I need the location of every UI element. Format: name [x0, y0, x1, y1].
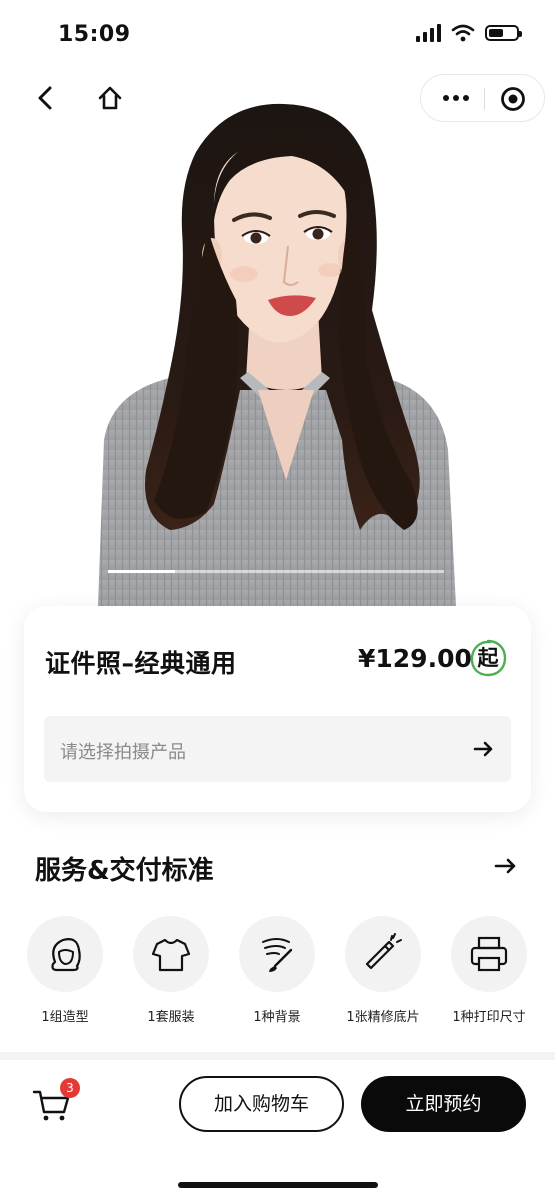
services-more-button[interactable]	[494, 856, 518, 876]
hair-styling-icon	[51, 938, 81, 972]
price-from-label: 起	[477, 646, 499, 670]
capsule-divider	[484, 88, 485, 110]
arrow-right-icon	[473, 741, 493, 757]
product-title: 证件照–经典通用	[45, 649, 237, 678]
service-item-retouch[interactable]: 1张精修底片	[333, 916, 433, 1026]
product-card: 证件照–经典通用 ¥129.00 起 请选择拍摄产品	[24, 606, 531, 812]
service-label: 1套服装	[147, 1010, 195, 1025]
printer-icon	[470, 936, 508, 972]
service-item-hair-styling[interactable]: 1组造型	[15, 916, 115, 1026]
status-time: 15:09	[58, 22, 131, 47]
product-select-placeholder: 请选择拍摄产品	[60, 742, 186, 763]
battery-icon	[485, 25, 522, 41]
status-icons	[416, 24, 522, 42]
service-label: 1种背景	[253, 1010, 301, 1025]
cart-count-badge: 3	[60, 1078, 80, 1098]
services-section-title: 服务&交付标准	[35, 856, 214, 886]
cellular-signal-icon	[416, 24, 441, 42]
home-button[interactable]	[92, 80, 128, 116]
portrait-illustration	[98, 103, 456, 606]
section-divider	[0, 1052, 555, 1060]
retouch-pen-icon	[365, 933, 402, 970]
more-button[interactable]	[433, 83, 479, 113]
price-from-badge: 起	[468, 638, 508, 678]
status-bar: 15:09	[0, 0, 555, 70]
close-mini-program-button[interactable]	[499, 85, 527, 113]
service-label: 1组造型	[41, 1010, 89, 1025]
battery-level	[489, 29, 503, 37]
home-indicator	[178, 1182, 378, 1188]
product-select-field[interactable]: 请选择拍摄产品	[44, 716, 511, 782]
service-label: 1张精修底片	[346, 1010, 420, 1025]
wifi-icon	[451, 24, 475, 42]
service-item-background[interactable]: 1种背景	[227, 916, 327, 1026]
carousel-active-indicator	[108, 570, 176, 573]
service-item-print[interactable]: 1种打印尺寸	[439, 916, 539, 1026]
tshirt-icon	[151, 938, 191, 972]
add-to-cart-button[interactable]: 加入购物车	[179, 1076, 344, 1132]
mini-program-capsule	[420, 74, 545, 122]
service-label: 1种打印尺寸	[452, 1010, 526, 1025]
book-now-button[interactable]: 立即预约	[361, 1076, 526, 1132]
more-dots-icon	[443, 95, 449, 101]
hero-portrait-image[interactable]	[0, 60, 555, 606]
back-button[interactable]	[28, 80, 64, 116]
service-item-clothing[interactable]: 1套服装	[121, 916, 221, 1026]
product-price: ¥129.00	[358, 644, 472, 673]
paint-brush-icon	[262, 938, 293, 972]
